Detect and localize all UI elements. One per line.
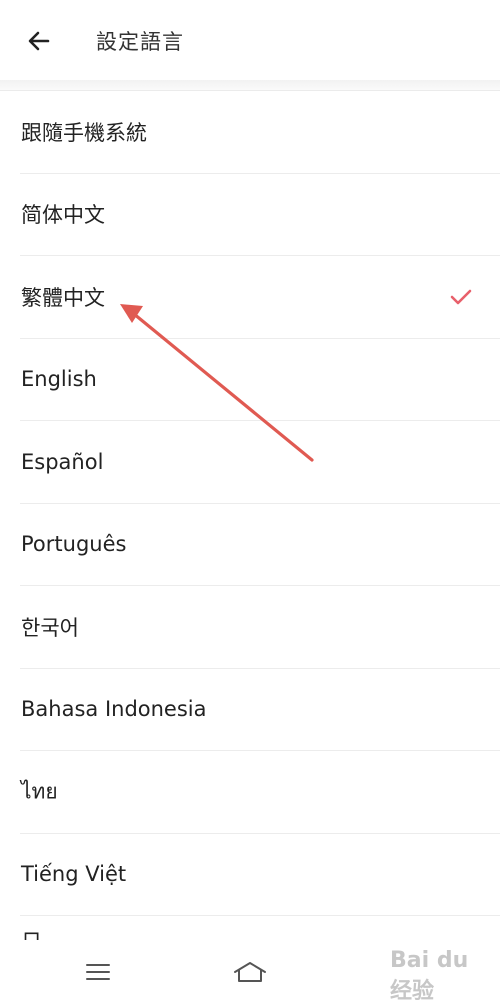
language-option-korean[interactable]: 한국어 xyxy=(20,586,500,669)
language-label: 跟隨手機系統 xyxy=(21,120,147,145)
language-label: Tiếng Việt xyxy=(21,862,127,887)
language-label: Español xyxy=(21,449,104,474)
page-title: 設定語言 xyxy=(96,30,184,54)
language-label: 简体中文 xyxy=(21,203,105,228)
menu-button[interactable] xyxy=(80,954,116,990)
language-label: Português xyxy=(21,532,127,557)
language-option-vietnamese[interactable]: Tiếng Việt xyxy=(20,834,500,916)
home-button[interactable] xyxy=(232,954,268,990)
language-option-simplified-chinese[interactable]: 简体中文 xyxy=(20,174,500,256)
language-label: 繁體中文 xyxy=(21,285,105,310)
language-option-follow-system[interactable]: 跟隨手機系統 xyxy=(20,91,500,174)
watermark-text: Bai du 经验 xyxy=(390,948,469,1004)
language-label: 한국어 xyxy=(21,615,79,640)
app-header: 設定語言 xyxy=(0,0,500,80)
watermark: Bai du 经验 xyxy=(390,944,482,1004)
language-label: English xyxy=(21,367,97,392)
language-list: 跟隨手機系統 简体中文 繁體中文 English Español Portugu… xyxy=(0,91,500,916)
back-button[interactable] xyxy=(22,24,56,58)
language-option-spanish[interactable]: Español xyxy=(20,421,500,504)
language-option-portuguese[interactable]: Português xyxy=(20,504,500,586)
checkmark-icon xyxy=(450,289,472,305)
language-option-thai[interactable]: ไทย xyxy=(20,751,500,834)
language-option-traditional-chinese[interactable]: 繁體中文 xyxy=(20,256,500,339)
menu-icon xyxy=(86,964,110,980)
language-option-indonesian[interactable]: Bahasa Indonesia xyxy=(20,669,500,751)
header-divider xyxy=(0,80,500,91)
home-icon xyxy=(234,962,266,982)
language-label: ไทย xyxy=(21,779,58,804)
arrow-left-icon xyxy=(28,31,50,51)
language-label: Bahasa Indonesia xyxy=(21,697,207,722)
language-option-english[interactable]: English xyxy=(20,339,500,421)
